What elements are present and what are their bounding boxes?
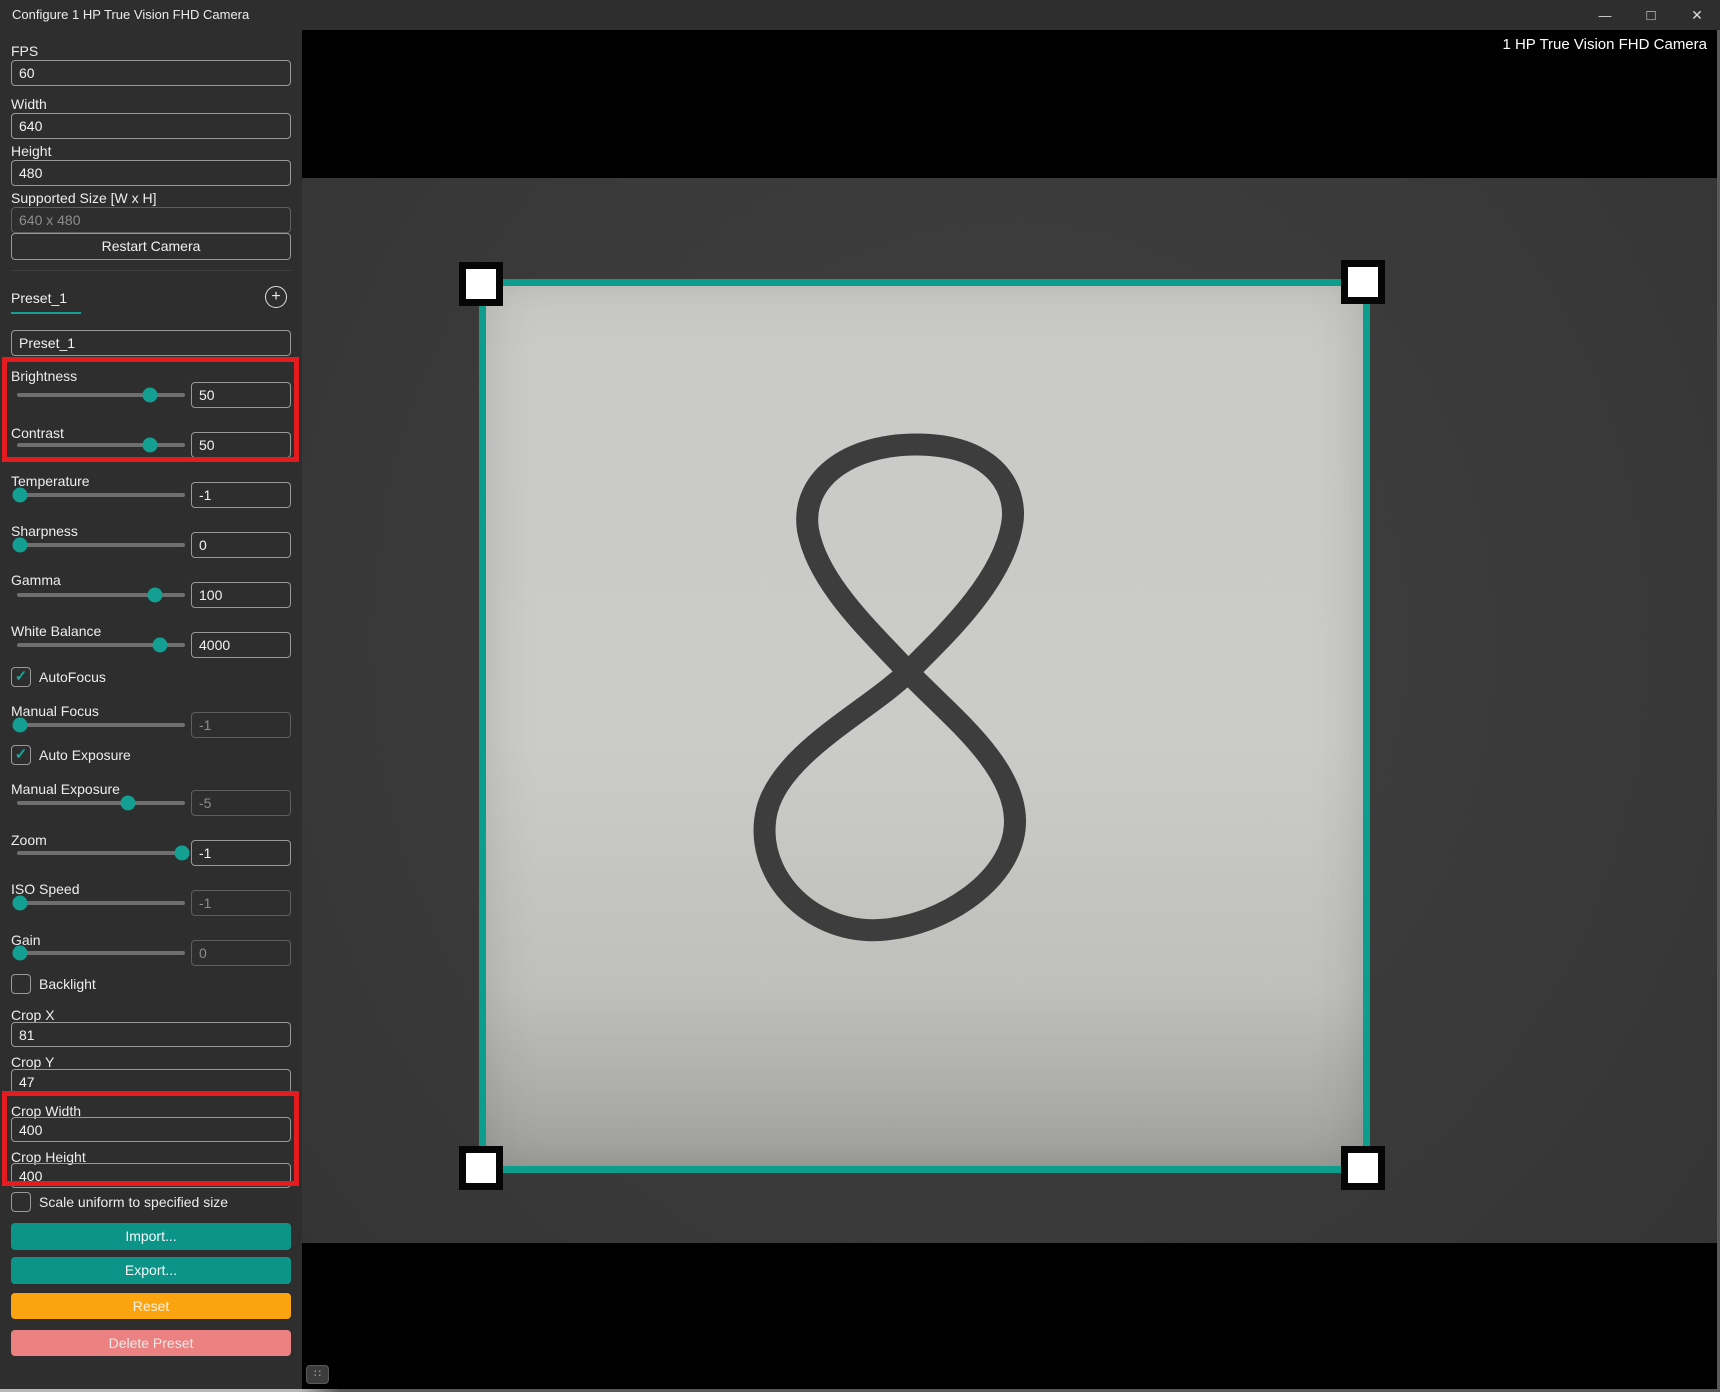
iso-speed-slider-track	[17, 901, 185, 905]
gamma-slider-track[interactable]	[17, 593, 185, 597]
scale-uniform-checkbox-row: Scale uniform to specified size	[11, 1191, 291, 1212]
resize-grip-icon[interactable]: ∷	[306, 1365, 329, 1384]
gain-slider-track	[17, 951, 185, 955]
contrast-slider-handle[interactable]	[142, 438, 157, 453]
iso-speed-slider-row: -1	[11, 890, 291, 916]
manual-focus-slider-row: -1	[11, 712, 291, 738]
width-input[interactable]: 640	[11, 113, 291, 139]
preset-name-input[interactable]: Preset_1	[11, 330, 291, 356]
check-icon: ✓	[15, 747, 28, 762]
gamma-value-input[interactable]: 100	[191, 582, 291, 608]
sharpness-value-input[interactable]: 0	[191, 532, 291, 558]
supported-size-input: 640 x 480	[11, 207, 291, 233]
manual-focus-slider-track	[17, 723, 185, 727]
zoom-value-input[interactable]: -1	[191, 840, 291, 866]
gamma-slider-row: 100	[11, 582, 291, 608]
camera-name-overlay: 1 HP True Vision FHD Camera	[1502, 36, 1707, 53]
width-label: Width	[11, 96, 291, 112]
delete-preset-button[interactable]: Delete Preset	[11, 1330, 291, 1356]
minimize-button[interactable]: —	[1582, 0, 1628, 30]
autofocus-label: AutoFocus	[39, 669, 106, 685]
backlight-checkbox-row: Backlight	[11, 973, 291, 994]
scale-uniform-checkbox[interactable]	[11, 1192, 31, 1212]
handwritten-digit-8	[486, 286, 1363, 1166]
white-balance-slider-track[interactable]	[17, 643, 185, 647]
window-title: Configure 1 HP True Vision FHD Camera	[12, 7, 249, 22]
white-balance-slider-row: 4000	[11, 632, 291, 658]
crop-region[interactable]	[479, 279, 1370, 1173]
settings-sidebar: FPS 60 Width 640 Height 480 Supported Si…	[0, 30, 302, 1389]
zoom-slider-track[interactable]	[17, 851, 185, 855]
crop-height-input[interactable]: 400	[11, 1163, 291, 1188]
crop-x-input[interactable]: 81	[11, 1022, 291, 1047]
check-icon: ✓	[15, 669, 28, 684]
divider	[11, 270, 291, 271]
import-button[interactable]: Import...	[11, 1223, 291, 1250]
gain-slider-row: 0	[11, 940, 291, 966]
auto-exposure-checkbox-row: ✓ Auto Exposure	[11, 744, 291, 765]
temperature-slider-handle[interactable]	[13, 488, 28, 503]
crop-handle-top-left[interactable]	[459, 262, 503, 306]
zoom-slider-handle[interactable]	[174, 846, 189, 861]
white-balance-slider-handle[interactable]	[152, 638, 167, 653]
preset-tab[interactable]: Preset_1	[11, 290, 291, 306]
restart-camera-button[interactable]: Restart Camera	[11, 233, 291, 260]
crop-x-label: Crop X	[11, 1007, 291, 1023]
title-bar: Configure 1 HP True Vision FHD Camera — …	[0, 0, 1720, 30]
height-input[interactable]: 480	[11, 160, 291, 186]
letterbox-bottom	[302, 1243, 1717, 1389]
manual-exposure-slider-row: -5	[11, 790, 291, 816]
contrast-value-input[interactable]: 50	[191, 432, 291, 458]
brightness-slider-handle[interactable]	[142, 388, 157, 403]
add-preset-icon[interactable]: +	[265, 286, 287, 308]
zoom-slider-row: -1	[11, 840, 291, 866]
sharpness-slider-handle[interactable]	[13, 538, 28, 553]
manual-exposure-slider-handle	[120, 796, 135, 811]
preset-tab-underline	[11, 312, 81, 314]
temperature-value-input[interactable]: -1	[191, 482, 291, 508]
close-button[interactable]: ✕	[1674, 0, 1720, 30]
auto-exposure-checkbox[interactable]: ✓	[11, 745, 31, 765]
manual-exposure-value-input: -5	[191, 790, 291, 816]
crop-handle-top-right[interactable]	[1341, 260, 1385, 304]
maximize-button[interactable]: □	[1628, 0, 1674, 30]
brightness-slider-row: 50	[11, 382, 291, 408]
white-balance-value-input[interactable]: 4000	[191, 632, 291, 658]
iso-speed-slider-handle	[13, 896, 28, 911]
contrast-slider-row: 50	[11, 432, 291, 458]
supported-size-label: Supported Size [W x H]	[11, 190, 291, 206]
fps-label: FPS	[11, 43, 291, 59]
backlight-checkbox[interactable]	[11, 974, 31, 994]
temperature-slider-track[interactable]	[17, 493, 185, 497]
gain-slider-handle	[13, 946, 28, 961]
export-button[interactable]: Export...	[11, 1257, 291, 1284]
manual-focus-value-input: -1	[191, 712, 291, 738]
autofocus-checkbox-row: ✓ AutoFocus	[11, 666, 291, 687]
crop-handle-bottom-right[interactable]	[1341, 1146, 1385, 1190]
gamma-slider-handle[interactable]	[147, 588, 162, 603]
crop-y-input[interactable]: 47	[11, 1069, 291, 1094]
crop-y-label: Crop Y	[11, 1054, 291, 1070]
scale-uniform-label: Scale uniform to specified size	[39, 1194, 228, 1210]
brightness-slider-track[interactable]	[17, 393, 185, 397]
crop-width-input[interactable]: 400	[11, 1117, 291, 1142]
iso-speed-value-input: -1	[191, 890, 291, 916]
gain-value-input: 0	[191, 940, 291, 966]
brightness-value-input[interactable]: 50	[191, 382, 291, 408]
fps-input[interactable]: 60	[11, 60, 291, 86]
contrast-slider-track[interactable]	[17, 443, 185, 447]
sharpness-slider-track[interactable]	[17, 543, 185, 547]
backlight-label: Backlight	[39, 976, 96, 992]
height-label: Height	[11, 143, 291, 159]
autofocus-checkbox[interactable]: ✓	[11, 667, 31, 687]
sharpness-slider-row: 0	[11, 532, 291, 558]
manual-exposure-slider-track	[17, 801, 185, 805]
window-controls: — □ ✕	[1582, 0, 1720, 30]
reset-button[interactable]: Reset	[11, 1293, 291, 1319]
temperature-slider-row: -1	[11, 482, 291, 508]
camera-preview-area: 1 HP True Vision FHD Camera ∷	[302, 30, 1717, 1389]
manual-focus-slider-handle	[13, 718, 28, 733]
auto-exposure-label: Auto Exposure	[39, 747, 131, 763]
crop-handle-bottom-left[interactable]	[459, 1146, 503, 1190]
